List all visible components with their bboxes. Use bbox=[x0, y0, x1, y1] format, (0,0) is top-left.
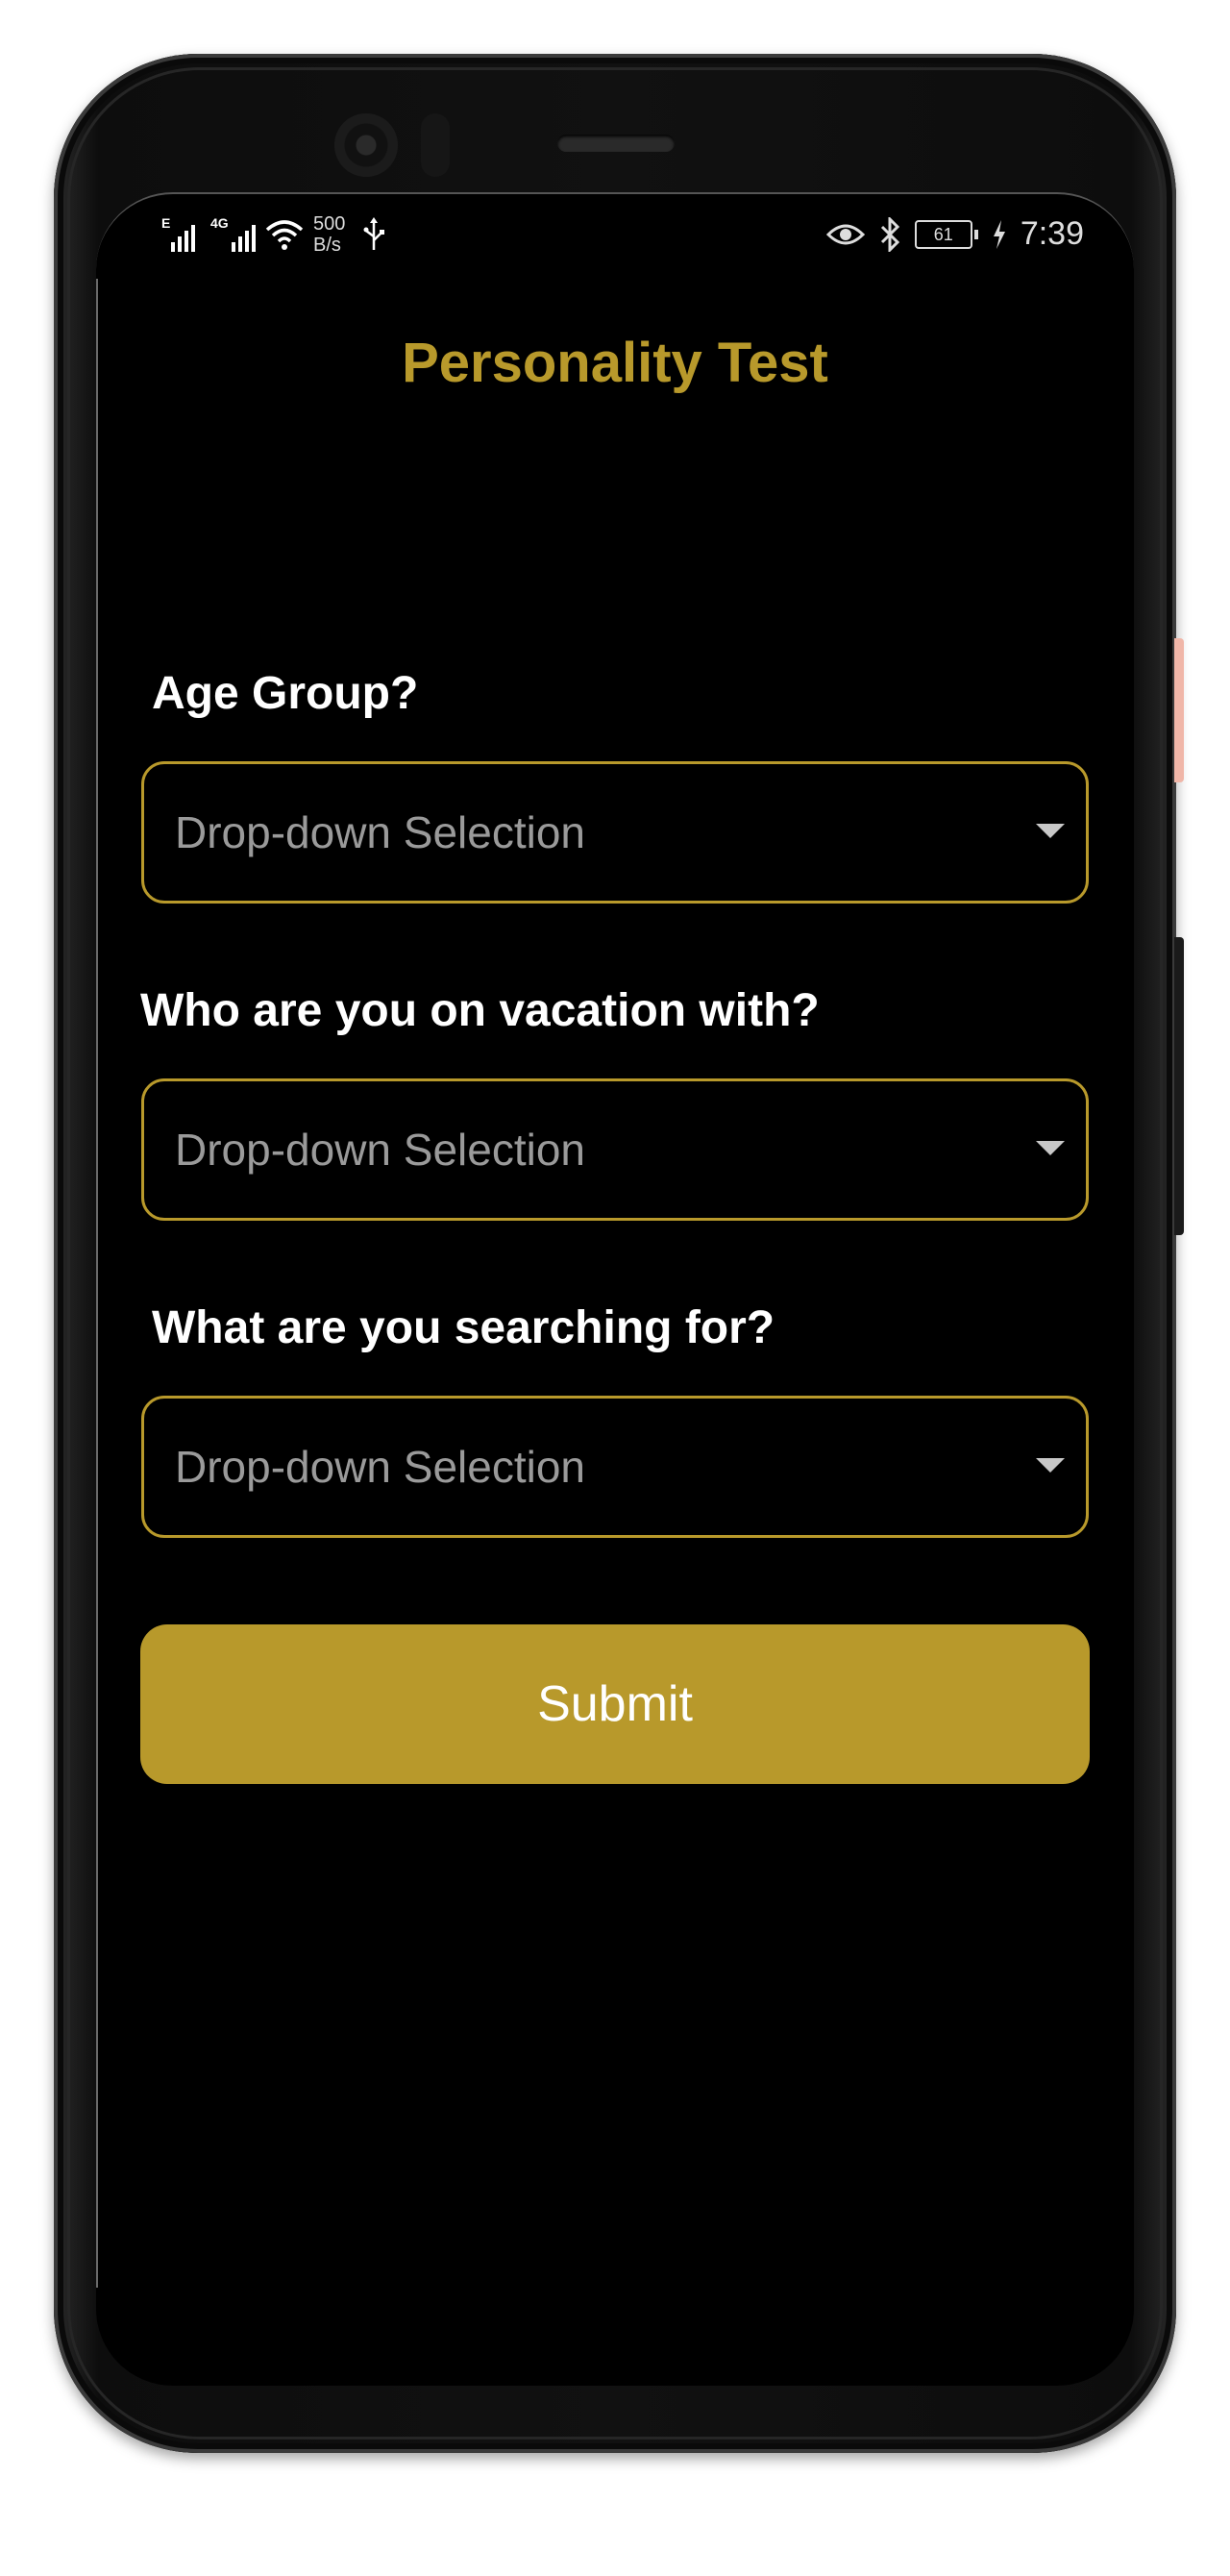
chevron-down-icon bbox=[1036, 824, 1065, 838]
front-camera bbox=[334, 113, 398, 177]
screen-edge-highlight bbox=[96, 279, 98, 2288]
question-age-group-label: Age Group? bbox=[152, 668, 419, 719]
battery-icon: 61 bbox=[914, 219, 978, 249]
clock: 7:39 bbox=[1020, 215, 1084, 252]
question-vacation-with-label: Who are you on vacation with? bbox=[140, 985, 820, 1036]
signal-type-label: E bbox=[161, 215, 171, 231]
network-speed-unit: B/s bbox=[313, 235, 341, 256]
submit-button[interactable]: Submit bbox=[140, 1624, 1090, 1784]
searching-for-dropdown[interactable]: Drop-down Selection bbox=[141, 1396, 1089, 1538]
dropdown-placeholder: Drop-down Selection bbox=[175, 807, 586, 857]
dropdown-placeholder: Drop-down Selection bbox=[175, 1442, 586, 1492]
signal-type-label: 4G bbox=[210, 215, 229, 231]
network-speed-value: 500 bbox=[313, 213, 346, 235]
page-title: Personality Test bbox=[402, 332, 828, 394]
earpiece-speaker bbox=[557, 135, 675, 152]
proximity-sensor bbox=[421, 113, 450, 177]
app-screen: E 4G 500 B/s 61 7:39 Personality Test Ag… bbox=[96, 192, 1134, 2386]
wifi-icon bbox=[265, 220, 304, 250]
vacation-with-dropdown[interactable]: Drop-down Selection bbox=[141, 1078, 1089, 1221]
dropdown-placeholder: Drop-down Selection bbox=[175, 1125, 586, 1175]
network-speed: 500 B/s bbox=[313, 213, 345, 256]
eye-comfort-icon bbox=[825, 224, 865, 244]
bluetooth-icon bbox=[880, 216, 899, 252]
status-left: E 4G 500 B/s bbox=[161, 213, 385, 256]
signal-strength-icon: E bbox=[161, 215, 195, 252]
status-bar: E 4G 500 B/s 61 7:39 bbox=[96, 194, 1134, 283]
age-group-dropdown[interactable]: Drop-down Selection bbox=[141, 761, 1089, 904]
usb-icon bbox=[363, 217, 385, 250]
battery-level: 61 bbox=[914, 219, 972, 249]
power-button bbox=[1174, 638, 1184, 782]
charging-icon bbox=[993, 219, 1005, 249]
volume-button bbox=[1174, 937, 1184, 1235]
chevron-down-icon bbox=[1036, 1458, 1065, 1473]
status-right: 61 7:39 bbox=[825, 215, 1084, 253]
signal-strength-icon: 4G bbox=[210, 215, 256, 252]
chevron-down-icon bbox=[1036, 1141, 1065, 1155]
question-searching-for-label: What are you searching for? bbox=[152, 1302, 775, 1353]
